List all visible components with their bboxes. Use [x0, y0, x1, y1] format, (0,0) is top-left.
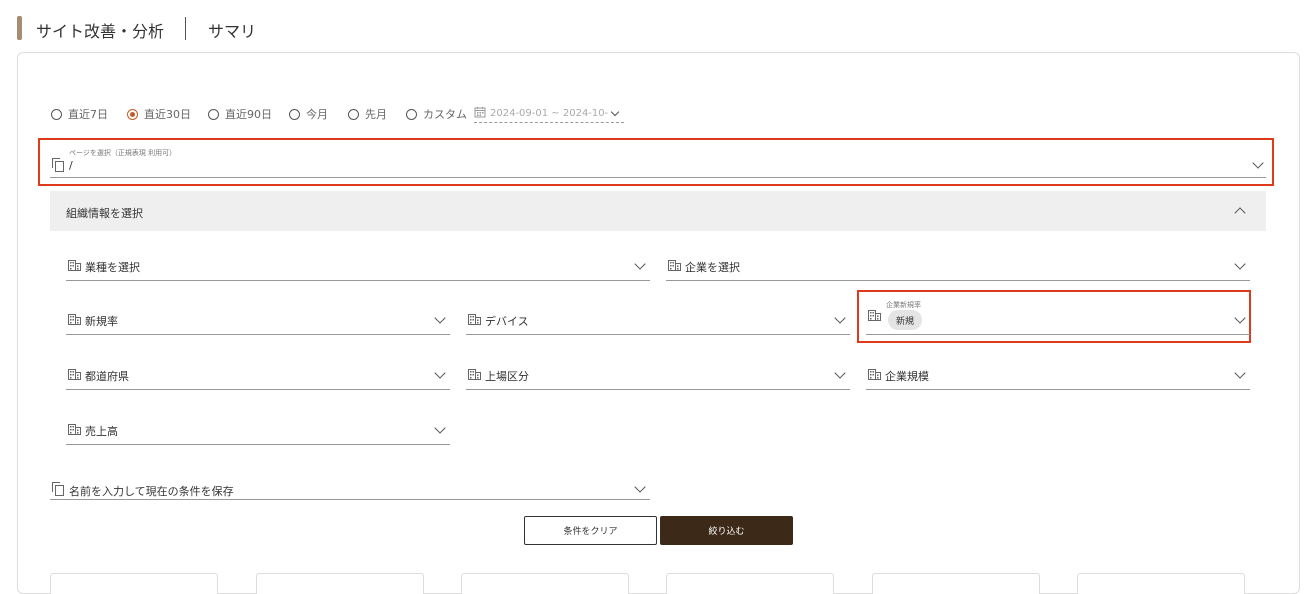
- radio-label: 直近7日: [68, 108, 108, 121]
- radio-label: 直近90日: [225, 108, 272, 121]
- company-size-select-label: 企業規模: [885, 370, 929, 383]
- building-icon: [868, 310, 881, 321]
- copy-icon: [52, 482, 64, 496]
- page-select-field[interactable]: ページを選択（正規表現 利用可） /: [50, 145, 1266, 178]
- radio-label: 今月: [306, 108, 328, 121]
- page-select-label: ページを選択（正規表現 利用可）: [69, 149, 177, 157]
- chevron-down-icon: [434, 422, 446, 434]
- chevron-down-icon: [1234, 367, 1246, 379]
- org-info-accordion-header[interactable]: 組織情報を選択: [50, 191, 1266, 231]
- radio-last-30-days[interactable]: 直近30日: [127, 106, 191, 122]
- device-select[interactable]: デバイス: [466, 306, 850, 335]
- chevron-down-icon: [434, 367, 446, 379]
- building-icon: [468, 369, 481, 380]
- summary-card-5: [872, 573, 1040, 594]
- selected-chip-new[interactable]: 新規: [888, 310, 923, 330]
- calendar-icon: [474, 106, 486, 121]
- company-new-rate-select[interactable]: 企業新規率 新規: [866, 301, 1250, 335]
- listing-select-label: 上場区分: [485, 370, 529, 383]
- radio-circle: [348, 108, 359, 120]
- radio-label: カスタム: [423, 108, 467, 121]
- summary-card-3: [461, 573, 629, 594]
- building-icon: [868, 369, 881, 380]
- radio-circle: [208, 108, 219, 120]
- header-accent-bar: [17, 16, 22, 40]
- company-new-rate-label: 企業新規率: [886, 301, 921, 309]
- chevron-down-icon: [434, 312, 446, 324]
- summary-card-1: [50, 573, 218, 594]
- company-size-select[interactable]: 企業規模: [866, 361, 1250, 390]
- prefecture-select-label: 都道府県: [85, 370, 129, 383]
- org-info-title: 組織情報を選択: [66, 207, 143, 220]
- copy-icon: [52, 158, 64, 172]
- chevron-down-icon: [634, 481, 646, 493]
- radio-custom[interactable]: カスタム: [406, 106, 467, 122]
- page-subtitle: サマリ: [208, 22, 257, 41]
- chevron-down-icon: [1252, 157, 1264, 169]
- device-select-label: デバイス: [485, 315, 529, 328]
- chevron-down-icon: [834, 312, 846, 324]
- page-title: サイト改善・分析: [36, 22, 165, 41]
- chevron-down-icon: [610, 107, 620, 116]
- header-divider: [185, 17, 186, 40]
- building-icon: [668, 260, 681, 271]
- radio-this-month[interactable]: 今月: [289, 106, 328, 122]
- chevron-up-icon: [1234, 207, 1246, 219]
- radio-last-90-days[interactable]: 直近90日: [208, 106, 272, 122]
- clear-conditions-button[interactable]: 条件をクリア: [524, 516, 657, 545]
- prefecture-select[interactable]: 都道府県: [66, 361, 450, 390]
- page-select-value: /: [69, 159, 73, 172]
- radio-circle: [406, 108, 417, 120]
- summary-card-2: [256, 573, 424, 594]
- industry-select[interactable]: 業種を選択: [66, 252, 650, 281]
- listing-select[interactable]: 上場区分: [466, 361, 850, 390]
- chevron-down-icon: [634, 258, 646, 270]
- radio-label: 直近30日: [144, 108, 191, 121]
- building-icon: [68, 424, 81, 435]
- radio-circle: [289, 108, 300, 120]
- radio-last-7-days[interactable]: 直近7日: [51, 106, 108, 122]
- building-icon: [68, 314, 81, 325]
- building-icon: [468, 314, 481, 325]
- radio-last-month[interactable]: 先月: [348, 106, 387, 122]
- new-rate-select-label: 新規率: [85, 315, 118, 328]
- radio-circle: [51, 108, 62, 120]
- save-condition-input[interactable]: 名前を入力して現在の条件を保存: [50, 476, 650, 500]
- industry-select-label: 業種を選択: [85, 261, 140, 274]
- radio-circle-checked: [127, 108, 138, 120]
- summary-card-4: [666, 573, 834, 594]
- apply-filter-button[interactable]: 絞り込む: [660, 516, 793, 545]
- company-select[interactable]: 企業を選択: [666, 252, 1250, 281]
- revenue-select-label: 売上高: [85, 425, 118, 438]
- chevron-down-icon: [834, 367, 846, 379]
- chevron-down-icon: [1234, 258, 1246, 270]
- company-select-label: 企業を選択: [685, 261, 740, 274]
- building-icon: [68, 369, 81, 380]
- summary-card-6: [1077, 573, 1245, 594]
- radio-label: 先月: [365, 108, 387, 121]
- new-rate-select[interactable]: 新規率: [66, 306, 450, 335]
- chevron-down-icon: [1234, 312, 1246, 324]
- date-range-value: 2024-09-01 ~ 2024-10-0: [490, 107, 608, 119]
- revenue-select[interactable]: 売上高: [66, 416, 450, 445]
- date-range-picker[interactable]: 2024-09-01 ~ 2024-10-0: [474, 104, 624, 123]
- building-icon: [68, 260, 81, 271]
- save-condition-placeholder: 名前を入力して現在の条件を保存: [69, 485, 234, 498]
